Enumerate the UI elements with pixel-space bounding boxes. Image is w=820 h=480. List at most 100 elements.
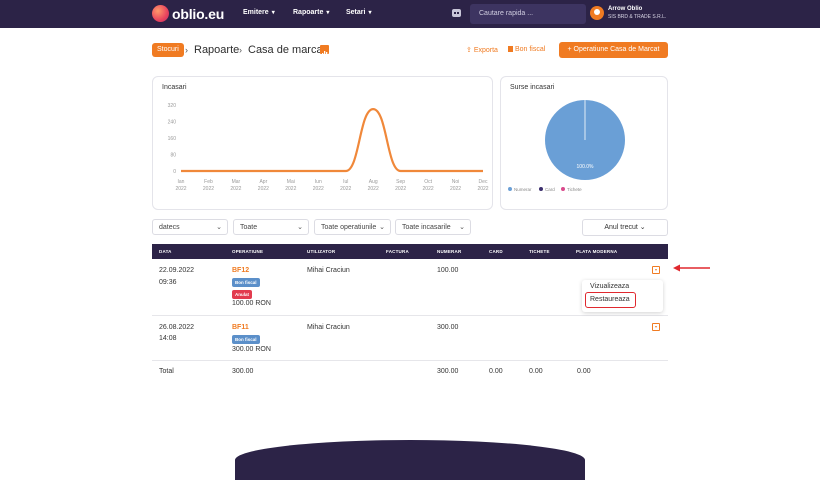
income-chart-card: Incasari 0 80 160 240 320 Ian 2022 Feb 2022 Mar 20… (152, 76, 493, 210)
row-user: Mihai Craciun (307, 267, 350, 274)
device-filter[interactable]: datecs ⌄ (152, 219, 228, 235)
legend-label: Tichete (567, 187, 582, 192)
nav-setari[interactable]: Setari ▾ (346, 9, 371, 16)
x-tick-year: 2022 (258, 186, 269, 192)
x-tick-label: Sep (396, 179, 405, 185)
x-tick-label: Oct (424, 179, 432, 185)
row-amount: 300.00 RON (232, 346, 271, 353)
chevron-down-icon: ▾ (271, 10, 275, 16)
logo-mark-icon (152, 5, 169, 22)
row-cash: 100.00 (437, 267, 459, 274)
red-arrow-icon (673, 264, 710, 272)
breadcrumb-stocuri[interactable]: Stocuri (152, 43, 184, 57)
row-divider (152, 360, 668, 361)
bon-fiscal-link[interactable]: Bon fiscal (508, 46, 545, 53)
y-tick-label: 320 (168, 103, 177, 109)
x-tick-label: Noi (452, 179, 460, 185)
y-tick-label: 160 (168, 136, 177, 142)
x-tick-label: Ian (178, 179, 185, 185)
upload-icon: ⇪ (466, 47, 472, 54)
x-tick-year: 2022 (175, 186, 186, 192)
chevron-down-icon: ⌄ (297, 224, 303, 231)
col-plata-moderna: PLATA MODERNA (576, 249, 618, 254)
y-tick-label: 0 (173, 169, 176, 175)
col-tichete: TICHETE (529, 249, 550, 254)
page-title: Casa de marcat (248, 44, 326, 56)
export-link[interactable]: ⇪ Exporta (466, 46, 498, 54)
total-tickets: 0.00 (529, 368, 543, 375)
col-factura: FACTURA (386, 249, 409, 254)
total-amount: 300.00 (232, 368, 254, 375)
x-tick-label: Apr (259, 179, 267, 185)
status-badge: Bon fiscal (232, 278, 260, 287)
x-tick-label: Feb (204, 179, 213, 185)
x-tick-year: 2022 (450, 186, 461, 192)
x-tick-label: Iul (343, 179, 348, 185)
assistant-robot-icon[interactable] (452, 9, 461, 17)
user-avatar-icon[interactable] (590, 6, 604, 20)
row-actions-toggle-icon[interactable] (652, 266, 660, 274)
add-operation-button[interactable]: + Operatiune Casa de Marcat (559, 42, 668, 58)
x-tick-year: 2022 (203, 186, 214, 192)
all-filter[interactable]: Toate ⌄ (233, 219, 309, 235)
chevron-down-icon: ⌄ (379, 224, 385, 231)
logo-text: oblio.eu (172, 5, 225, 22)
row-time: 09:36 (159, 279, 177, 286)
col-utilizator: UTILIZATOR (307, 249, 336, 254)
chart-bar-icon[interactable] (320, 45, 329, 56)
x-tick-label: Iun (315, 179, 322, 185)
top-navbar: oblio.eu Emitere ▾ Rapoarte ▾ Setari ▾ Caut… (0, 0, 820, 28)
col-numerar: NUMERAR (437, 249, 462, 254)
nav-rapoarte[interactable]: Rapoarte ▾ (293, 9, 329, 16)
x-tick-label: Dec (479, 179, 488, 185)
operations-filter[interactable]: Toate operatiunile ⌄ (314, 219, 391, 235)
status-badge: Anulat (232, 290, 252, 299)
nav-emitere[interactable]: Emitere ▾ (243, 9, 275, 16)
total-card: 0.00 (489, 368, 503, 375)
receipt-icon (508, 46, 513, 52)
x-tick-year: 2022 (285, 186, 296, 192)
row-cash: 300.00 (437, 324, 459, 331)
x-tick-year: 2022 (230, 186, 241, 192)
row-amount: 100.00 RON (232, 300, 271, 307)
x-tick-year: 2022 (313, 186, 324, 192)
x-tick-label: Mai (287, 179, 295, 185)
row-user: Mihai Craciun (307, 324, 350, 331)
x-tick-label: Mar (232, 179, 241, 185)
status-badge: Bon fiscal (232, 335, 260, 344)
plus-icon: + (567, 46, 572, 53)
row-date: 26.08.2022 (159, 324, 195, 331)
chevron-down-icon: ▾ (368, 10, 372, 16)
row-actions-toggle-icon[interactable] (652, 323, 660, 331)
menu-item-view[interactable]: Vizualizeaza (590, 283, 629, 290)
user-company[interactable]: SIS BRD & TRADE S.R.L. (608, 14, 666, 20)
table-header: DATA OPERATIUNE UTILIZATOR FACTURA NUMER… (152, 244, 668, 259)
total-modern: 0.00 (577, 368, 591, 375)
user-name[interactable]: Arrow Oblio (608, 6, 642, 12)
total-cash: 300.00 (437, 368, 459, 375)
income-line-chart: 080160240320Ian2022Feb2022Mar2022Apr2022… (168, 103, 489, 192)
operation-link[interactable]: BF12 (232, 267, 249, 274)
row-date: 22.09.2022 (159, 267, 195, 274)
row-divider (152, 315, 668, 316)
chevron-down-icon: ⌄ (639, 224, 646, 231)
oblio-logo[interactable]: oblio.eu (152, 5, 224, 22)
search-input[interactable]: Cautare rapida ... (470, 4, 586, 24)
income-series-line (181, 108, 483, 173)
restore-highlight-box (585, 292, 636, 308)
chevron-down-icon: ⌄ (459, 224, 465, 231)
sources-chart-card: Surse incasari 100.0% Numerar Card Tichete (500, 76, 668, 210)
x-tick-year: 2022 (340, 186, 351, 192)
breadcrumb-separator: › (185, 45, 188, 55)
col-card: CARD (489, 249, 503, 254)
breadcrumb-rapoarte[interactable]: Rapoarte (194, 44, 239, 56)
sources-pie-chart: 100.0% Numerar Card Tichete (508, 100, 625, 192)
year-filter-button[interactable]: Anul trecut ⌄ (582, 219, 668, 236)
chevron-down-icon: ⌄ (216, 224, 222, 231)
row-time: 14:08 (159, 335, 177, 342)
operation-link[interactable]: BF11 (232, 324, 249, 331)
col-operatiune: OPERATIUNE (232, 249, 264, 254)
y-tick-label: 80 (170, 153, 176, 159)
chevron-down-icon: ▾ (326, 10, 330, 16)
receipts-filter[interactable]: Toate incasarile ⌄ (395, 219, 471, 235)
